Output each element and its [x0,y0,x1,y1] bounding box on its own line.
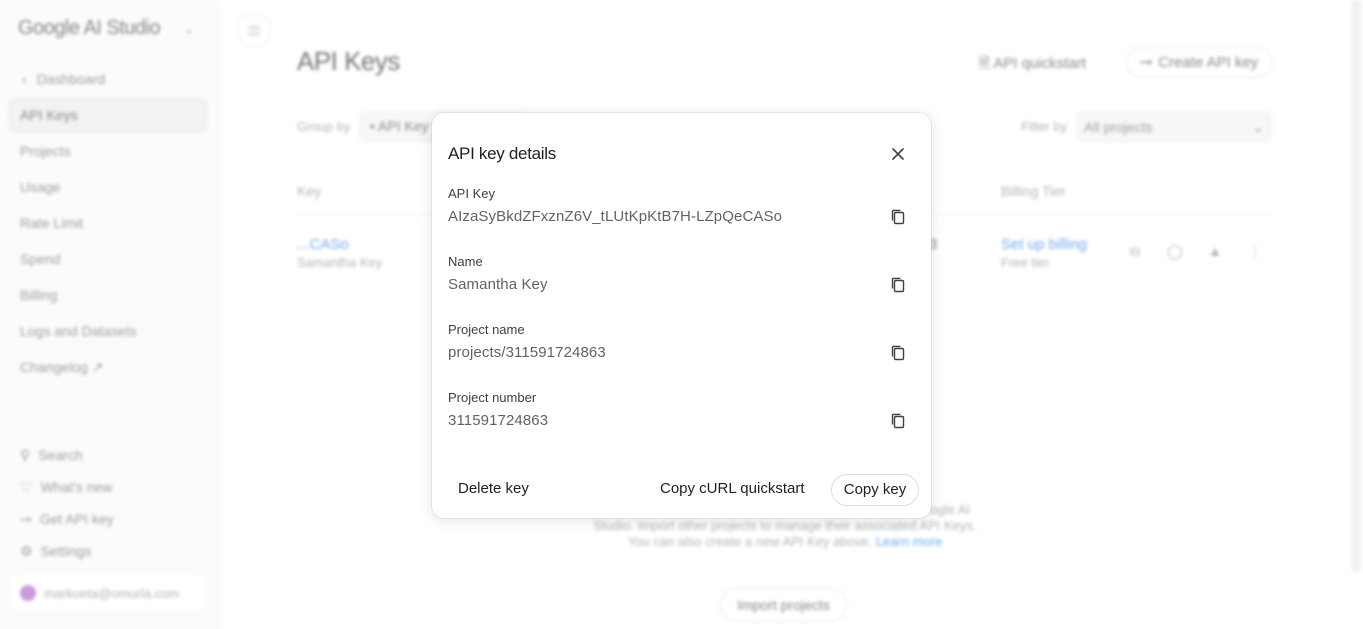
copy-name-button[interactable] [888,275,908,295]
copy-icon [891,209,905,225]
delete-key-button[interactable]: Delete key [448,473,539,505]
copy-project-name-button[interactable] [888,343,908,363]
close-icon [892,148,904,160]
copy-curl-quickstart-button[interactable]: Copy cURL quickstart [650,473,815,505]
close-button[interactable] [887,143,909,165]
field-value-name: Samantha Key [448,276,548,293]
field-value-api-key: AIzaSyBkdZFxznZ6V_tLUtKpKtB7H-LZpQeCASo [448,208,783,225]
api-key-details-dialog: API key details API Key AIzaSyBkdZFxznZ6… [432,113,931,518]
copy-icon [891,345,905,361]
field-project-name: Project name projects/311591724863 [448,322,915,382]
field-label-project-number: Project number [448,390,537,405]
field-label-name: Name [448,254,483,269]
copy-project-number-button[interactable] [888,411,908,431]
copy-key-button[interactable]: Copy key [831,474,919,506]
field-value-project-name: projects/311591724863 [448,344,606,361]
copy-icon [891,413,905,429]
field-label-project-name: Project name [448,322,525,337]
copy-icon [891,277,905,293]
copy-api-key-button[interactable] [888,207,908,227]
field-value-project-number: 311591724863 [448,412,549,429]
field-name: Name Samantha Key [448,254,915,314]
field-label-api-key: API Key [448,186,495,201]
field-project-number: Project number 311591724863 [448,390,915,450]
dialog-title: API key details [448,144,556,163]
field-api-key: API Key AIzaSyBkdZFxznZ6V_tLUtKpKtB7H-LZ… [448,186,915,246]
